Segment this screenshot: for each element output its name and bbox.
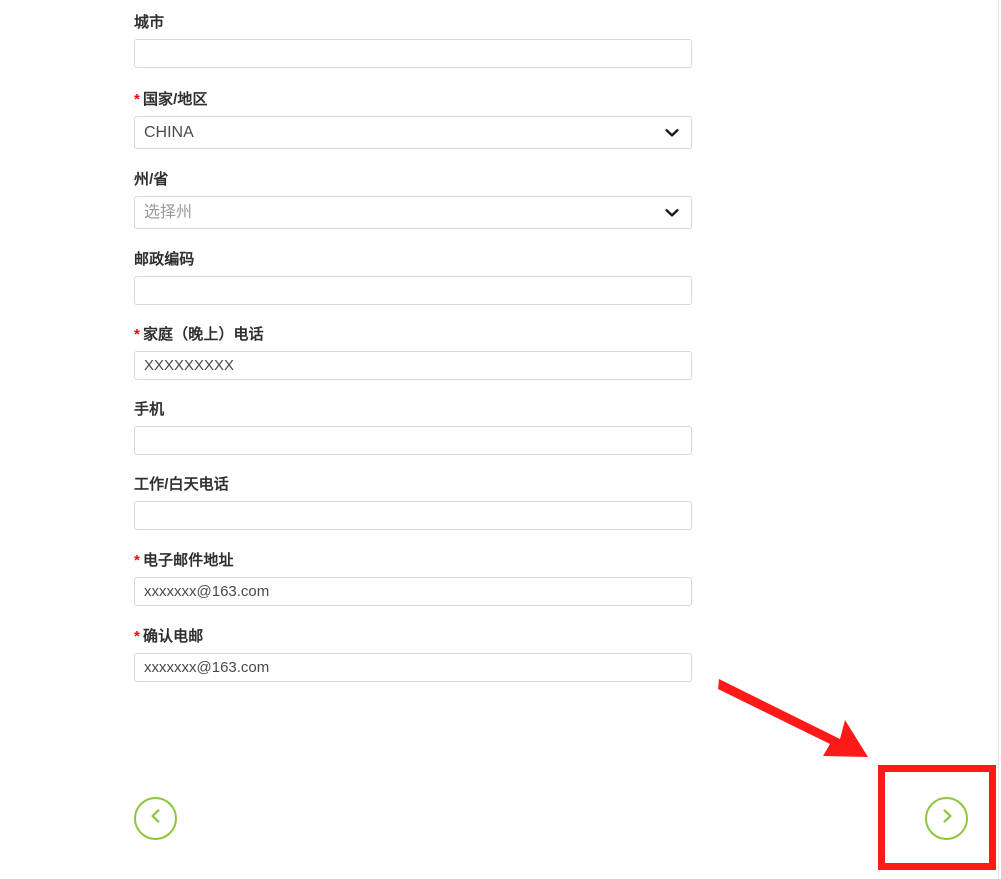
label-email: * 电子邮件地址 [134, 552, 692, 570]
label-country-region-text: 国家/地区 [142, 91, 208, 108]
label-state-province: 州/省 [134, 171, 692, 189]
label-country-region: * 国家/地区 [134, 91, 692, 109]
required-asterisk-email-confirm: * [134, 628, 140, 645]
select-wrap-country-region[interactable]: CHINA [134, 116, 692, 149]
label-work-phone-text: 工作/白天电话 [134, 476, 229, 493]
label-mobile-phone: 手机 [134, 401, 692, 419]
page-right-edge [998, 0, 999, 879]
required-asterisk-country: * [134, 91, 140, 108]
label-postal-code-text: 邮政编码 [134, 251, 195, 268]
input-email-confirm[interactable] [134, 653, 692, 682]
label-email-confirm-text: 确认电邮 [142, 628, 204, 645]
select-country-region[interactable]: CHINA [134, 116, 692, 149]
input-city[interactable] [134, 39, 692, 68]
label-home-phone: * 家庭（晚上）电话 [134, 326, 692, 344]
input-mobile-phone[interactable] [134, 426, 692, 455]
annotation-arrow-icon [718, 679, 868, 757]
label-city: 城市 [134, 14, 692, 32]
back-button[interactable] [134, 797, 177, 840]
required-asterisk-home-phone: * [134, 326, 140, 343]
field-group-state-province: 州/省 选择州 [134, 171, 692, 229]
field-group-email-confirm: * 确认电邮 [134, 628, 692, 682]
label-mobile-phone-text: 手机 [134, 401, 165, 418]
registration-form: 城市 * 国家/地区 CHINA 州/省 选择州 邮政编码 * 家庭（晚上）电话… [134, 0, 692, 682]
input-home-phone[interactable] [134, 351, 692, 380]
select-wrap-state-province[interactable]: 选择州 [134, 196, 692, 229]
input-work-phone[interactable] [134, 501, 692, 530]
chevron-left-icon [146, 806, 166, 831]
input-postal-code[interactable] [134, 276, 692, 305]
label-work-phone: 工作/白天电话 [134, 476, 692, 494]
field-group-email: * 电子邮件地址 [134, 552, 692, 606]
label-email-confirm: * 确认电邮 [134, 628, 692, 646]
chevron-right-icon [937, 806, 957, 831]
field-group-postal-code: 邮政编码 [134, 251, 692, 305]
input-email[interactable] [134, 577, 692, 606]
field-group-mobile-phone: 手机 [134, 401, 692, 455]
field-group-home-phone: * 家庭（晚上）电话 [134, 326, 692, 380]
field-group-country-region: * 国家/地区 CHINA [134, 91, 692, 149]
label-city-text: 城市 [134, 14, 165, 31]
label-email-text: 电子邮件地址 [142, 552, 234, 569]
label-home-phone-text: 家庭（晚上）电话 [142, 326, 264, 343]
label-postal-code: 邮政编码 [134, 251, 692, 269]
field-group-work-phone: 工作/白天电话 [134, 476, 692, 530]
field-group-city: 城市 [134, 14, 692, 68]
label-state-province-text: 州/省 [134, 171, 169, 188]
next-button[interactable] [925, 797, 968, 840]
required-asterisk-email: * [134, 552, 140, 569]
select-state-province[interactable]: 选择州 [134, 196, 692, 229]
